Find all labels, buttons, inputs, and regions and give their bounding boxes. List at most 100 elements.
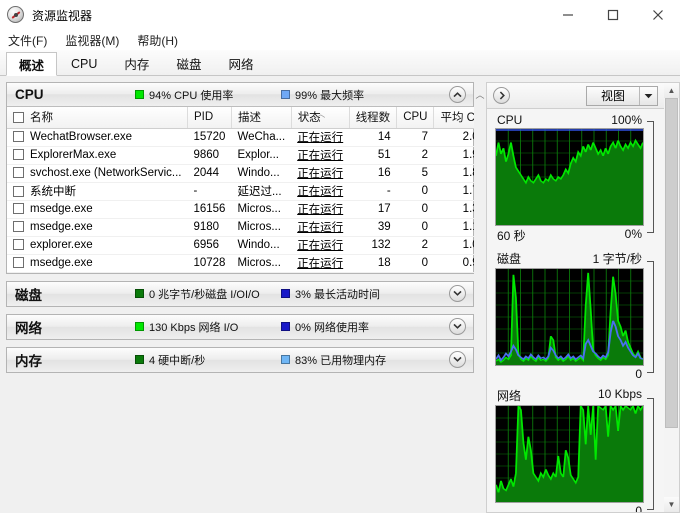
column-header-description[interactable]: 描述 [231,107,292,129]
table-row[interactable]: explorer.exe 6956Windo...正在运行13221.01 [7,236,474,255]
graph-scale-bracket [644,121,656,233]
graph-toolbar: 视图 [487,83,664,109]
section-cpu-header[interactable]: CPU 94% CPU 使用率 99% 最大频率 [7,83,473,107]
section-disk-header[interactable]: 磁盘 0 兆字节/秒磁盘 I/OI/O 3% 最长活动时间 [7,281,473,306]
right-scroll-thumb[interactable] [665,98,678,428]
select-all-checkbox[interactable] [13,112,24,124]
row-checkbox[interactable] [13,186,24,197]
graph-max-label: 100% [611,113,642,127]
graph-min-label: 0% [624,227,642,241]
menu-file[interactable]: 文件(F) [8,32,47,49]
pane-splitter[interactable]: ︿ [474,76,486,513]
section-memory-title: 内存 [15,353,42,369]
graph-body [495,261,656,373]
process-threads: 132 [349,236,397,255]
network-io-swatch [135,322,144,331]
network-utilization-swatch [281,322,290,331]
process-avg-cpu: 1.16 [433,218,474,237]
graph-body [495,121,656,233]
table-row[interactable]: WechatBrowser.exe 15720WeCha...正在运行1472.0… [7,128,474,147]
tab-network[interactable]: 网络 [215,51,266,75]
cpu-frequency-text: 99% 最大频率 [295,89,365,102]
process-name-label: ExplorerMax.exe [30,149,117,161]
process-cpu: 0 [396,200,434,219]
process-name-label: msedge.exe [30,257,93,269]
chevron-right-icon[interactable] [493,87,510,104]
process-avg-cpu: 2.04 [433,128,474,147]
right-pane-scrollbar[interactable]: ▲ ▼ [664,82,680,513]
table-row[interactable]: msedge.exe 9180Micros...正在运行3901.16 [7,218,474,237]
process-pid: - [187,182,232,201]
menu-monitor[interactable]: 监视器(M) [65,32,119,49]
graph-labels: CPU 100% [495,113,656,128]
process-avg-cpu: 1.86 [433,164,474,183]
row-checkbox[interactable] [13,131,24,142]
close-button[interactable] [635,0,680,30]
chevron-down-icon[interactable] [449,317,466,335]
table-row[interactable]: msedge.exe 10728Micros...正在运行1800.99 [7,254,474,273]
process-cpu: 0 [396,182,434,201]
table-row[interactable]: 系统中断-延迟过...正在运行-01.77 [7,182,474,201]
chevron-down-icon[interactable] [449,284,466,302]
tab-memory[interactable]: 内存 [111,51,162,75]
main-content: CPU 94% CPU 使用率 99% 最大频率 名称 PID 描述 ︿ 状态 … [0,76,680,513]
process-name: msedge.exe [7,200,188,219]
maximize-button[interactable] [590,0,635,30]
minimize-button[interactable] [545,0,590,30]
column-header-name[interactable]: 名称 [7,107,188,129]
right-scroll-track[interactable] [664,98,679,497]
network-legend-io: 130 Kbps 网络 I/O [135,319,281,335]
section-memory-header[interactable]: 内存 4 硬中断/秒 83% 已用物理内存 [7,347,473,372]
view-button[interactable]: 视图 [585,85,658,106]
process-name: WechatBrowser.exe [7,128,188,147]
scroll-down-icon[interactable]: ▼ [664,497,679,512]
process-description: Windo... [231,164,292,183]
process-threads: 51 [349,146,397,165]
tab-overview[interactable]: 概述 [6,52,58,76]
table-row[interactable]: ExplorerMax.exe 9860Explor...正在运行5121.93 [7,146,474,165]
process-cpu: 5 [396,164,434,183]
row-checkbox[interactable] [13,221,24,232]
process-cpu: 0 [396,254,434,273]
graph-max-label: 10 Kbps [597,387,642,401]
menu-help[interactable]: 帮助(H) [137,32,178,49]
graph-title: CPU [497,113,523,127]
process-pid: 9860 [187,146,232,165]
column-header-pid[interactable]: PID [187,107,232,129]
disk-io-swatch [135,289,144,298]
table-row[interactable]: msedge.exe 16156Micros...正在运行1701.34 [7,200,474,219]
process-cpu: 0 [396,218,434,237]
chevron-down-icon[interactable] [449,350,466,368]
row-checkbox[interactable] [13,167,24,178]
row-checkbox[interactable] [13,239,24,250]
graph-scale-bracket [644,398,656,510]
table-row[interactable]: svchost.exe (NetworkServic... 2044 Windo..… [7,164,474,183]
memory-hard-faults-text: 4 硬中断/秒 [149,354,206,367]
view-dropdown-icon[interactable] [639,86,657,105]
graph-time-label: 60 秒 [497,229,526,243]
row-checkbox[interactable] [13,257,24,268]
cpu-usage-text: 94% CPU 使用率 [149,89,234,102]
row-checkbox[interactable] [13,203,24,214]
chevron-up-icon[interactable] [449,86,466,103]
tab-disk[interactable]: 磁盘 [163,51,214,75]
process-threads: 18 [349,254,397,273]
resource-monitor-window: 资源监视器 文件(F) 监视器(M) 帮助(H) 概述 CPU 内存 磁盘 网络 [0,0,680,513]
column-header-status[interactable]: ︿ 状态 [291,107,350,129]
graph-max-label: 1 字节/秒 [592,252,642,266]
column-header-avg-cpu[interactable]: 平均 C... [433,107,474,129]
graph-body [495,398,656,510]
section-network-title: 网络 [15,320,42,336]
section-network-header[interactable]: 网络 130 Kbps 网络 I/O 0% 网络使用率 [7,314,473,339]
scroll-up-icon[interactable]: ▲ [664,83,679,98]
process-name-label: msedge.exe [30,203,93,215]
network-legend-utilization: 0% 网络使用率 [281,319,369,335]
memory-used-physical-text: 83% 已用物理内存 [295,354,387,367]
graph-list: CPU100%60 秒0%磁盘1 字节/秒0网络10 Kbps0内存100 硬中… [487,109,664,512]
row-checkbox[interactable] [13,149,24,160]
tab-cpu[interactable]: CPU [58,51,110,75]
splitter-collapse-icon[interactable]: ︿ [475,88,484,513]
column-header-threads[interactable]: 线程数 [349,107,398,129]
tab-strip: 概述 CPU 内存 磁盘 网络 [0,50,680,76]
column-header-cpu[interactable]: CPU [396,107,435,129]
